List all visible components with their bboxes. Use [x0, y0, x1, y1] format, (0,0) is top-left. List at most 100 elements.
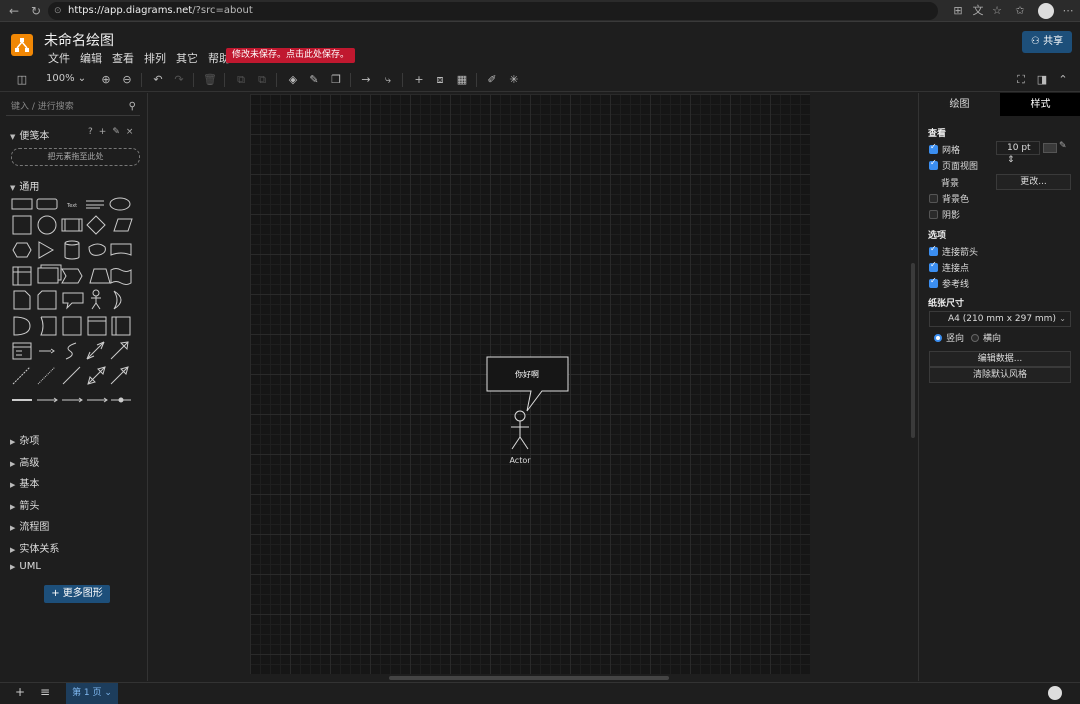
collapse-icon[interactable]: ⌃ [1055, 72, 1071, 88]
fullscreen-icon[interactable]: ⛶ [1013, 72, 1029, 88]
landscape-radio[interactable]: 横向 [971, 331, 1001, 344]
insert-icon[interactable]: + [411, 72, 427, 88]
change-background-button[interactable]: 更改... [996, 174, 1071, 190]
delete-icon[interactable]: 🗑 [202, 72, 218, 88]
fill-color-icon[interactable]: ◈ [285, 72, 301, 88]
shapes-icon[interactable]: ⧈ [432, 72, 448, 88]
to-back-icon[interactable]: ⧉ [254, 72, 270, 88]
zoom-out-icon[interactable]: ⊖ [119, 72, 135, 88]
actor-shape[interactable] [511, 410, 529, 450]
menu-file[interactable]: 文件 [48, 50, 70, 66]
section-misc[interactable]: ▶ 杂项 [10, 432, 39, 447]
canvas-area[interactable]: 你好啊 Actor [149, 93, 917, 681]
waypoints-icon[interactable]: ⤷ [380, 72, 396, 88]
edit-pencil-icon[interactable]: ✎ [1059, 141, 1067, 151]
connection-icon[interactable]: → [358, 72, 374, 88]
clear-default-style-button[interactable]: 清除默认风格 [929, 367, 1071, 383]
bg-color-checkbox[interactable]: 背景色 [929, 192, 969, 205]
more-shapes-button[interactable]: + 更多图形 [44, 585, 110, 603]
section-advanced-label: 高级 [19, 458, 40, 469]
section-arrows[interactable]: ▶ 箭头 [10, 497, 39, 512]
grid-label: 网格 [942, 146, 961, 156]
panel-toggle-icon[interactable]: ◨ [1034, 72, 1050, 88]
guides-checkbox[interactable]: 参考线 [929, 276, 969, 290]
general-label: 通用 [19, 182, 40, 193]
grid-size-input[interactable]: 10 pt ⇕ [996, 141, 1040, 165]
section-arrows-label: 箭头 [19, 501, 40, 512]
paper-size-select[interactable]: A4 (210 mm x 297 mm) ⌄ [929, 311, 1071, 327]
github-icon[interactable] [1048, 686, 1062, 700]
page-tab[interactable]: 第 1 页 ⌄ [66, 683, 118, 704]
diagram-title[interactable]: 未命名绘图 [44, 30, 114, 50]
caret-right-icon: ▶ [10, 503, 16, 511]
back-icon[interactable]: ← [6, 3, 22, 19]
edit-data-button[interactable]: 编辑数据... [929, 351, 1071, 367]
general-header[interactable]: ▼ 通用 [10, 178, 39, 193]
connection-arrows-checkbox[interactable]: 连接箭头 [929, 244, 978, 258]
more-icon[interactable]: ⋯ [1060, 3, 1076, 19]
reload-icon[interactable]: ↻ [28, 3, 44, 19]
grid-color-swatch[interactable] [1043, 143, 1057, 153]
to-front-icon[interactable]: ⧉ [233, 72, 249, 88]
options-heading: 选项 [928, 231, 947, 241]
section-uml[interactable]: ▶ UML [10, 561, 41, 572]
general-shapes-palette[interactable]: Text [10, 197, 138, 417]
share-label: 共享 [1043, 36, 1064, 47]
grid-checkbox[interactable]: 网格 [929, 142, 961, 156]
shape-search-input[interactable]: 键入 / 进行搜索 ⚲ [6, 98, 140, 116]
shadow-checkbox[interactable]: 阴影 [929, 208, 960, 221]
page-tab-label: 第 1 页 [72, 688, 102, 698]
translate-icon[interactable]: 文 [970, 3, 986, 19]
vertical-scrollbar[interactable] [911, 263, 915, 438]
shape-sidebar: 键入 / 进行搜索 ⚲ ▼便笺本 ?+✎× 把元素拖至此处 ▼通用 Text [0, 93, 148, 681]
drawio-logo [11, 34, 33, 56]
smart-icon[interactable]: ✳ [506, 72, 522, 88]
callout-shape[interactable] [486, 356, 569, 412]
search-icon[interactable]: ⚲ [129, 98, 136, 116]
profile-avatar[interactable] [1038, 3, 1054, 19]
section-misc-label: 杂项 [19, 436, 40, 447]
landscape-label: 横向 [983, 334, 1002, 344]
scratchpad-header[interactable]: ▼ 便笺本 [10, 127, 49, 142]
section-flowchart[interactable]: ▶ 流程图 [10, 518, 49, 533]
unsaved-changes-button[interactable]: 修改未保存。点击此处保存。 [226, 48, 356, 63]
section-er[interactable]: ▶ 实体关系 [10, 540, 59, 555]
share-button[interactable]: ⚇ 共享 [1022, 31, 1072, 53]
caret-right-icon: ▶ [10, 481, 16, 489]
zoom-select[interactable]: 100% ⌄ [46, 73, 86, 84]
line-color-icon[interactable]: ✎ [306, 72, 322, 88]
menu-view[interactable]: 查看 [112, 50, 134, 66]
address-bar[interactable]: ⊙ https://app.diagrams.net/?src=about [48, 2, 938, 20]
section-basic[interactable]: ▶ 基本 [10, 475, 39, 490]
section-advanced[interactable]: ▶ 高级 [10, 454, 39, 469]
scratchpad-dropzone[interactable]: 把元素拖至此处 [11, 148, 140, 166]
zoom-in-icon[interactable]: ⊕ [98, 72, 114, 88]
favorites-icon[interactable]: ✩ [1012, 3, 1028, 19]
undo-icon[interactable]: ↶ [150, 72, 166, 88]
portrait-radio[interactable]: 竖向 [934, 331, 964, 344]
tab-style[interactable]: 样式 [1000, 93, 1080, 116]
user-icon: ⚇ [1030, 36, 1044, 47]
freehand-icon[interactable]: ✐ [484, 72, 500, 88]
app-icon[interactable]: ⊞ [950, 3, 966, 19]
connection-points-checkbox[interactable]: 连接点 [929, 260, 970, 274]
connection-points-label: 连接点 [942, 264, 970, 274]
scratchpad-actions[interactable]: ?+✎× [88, 127, 139, 137]
page-view-checkbox[interactable]: 页面视图 [929, 158, 978, 172]
menu-arrange[interactable]: 排列 [144, 50, 166, 66]
diagram-page[interactable]: 你好啊 Actor [250, 94, 810, 674]
menu-extras[interactable]: 其它 [176, 50, 198, 66]
favorite-star-icon[interactable]: ☆ [989, 3, 1005, 19]
grid-size-value: 10 pt [1007, 143, 1031, 153]
shadow-icon[interactable]: ❐ [328, 72, 344, 88]
lock-icon: ⊙ [54, 6, 62, 16]
pages-menu-icon[interactable]: ≡ [40, 685, 50, 699]
tab-diagram[interactable]: 绘图 [919, 93, 1000, 116]
add-page-icon[interactable]: + [15, 685, 25, 699]
redo-icon[interactable]: ↷ [171, 72, 187, 88]
menu-edit[interactable]: 编辑 [80, 50, 102, 66]
table-icon[interactable]: ▦ [454, 72, 470, 88]
toolbar: ◫ 100% ⌄ ⊕ ⊖ ↶ ↷ 🗑 ⧉ ⧉ ◈ ✎ ❐ → ⤷ + ⧈ ▦ ✐… [0, 68, 1080, 92]
format-panel-toggle-icon[interactable]: ◫ [14, 72, 30, 88]
horizontal-scrollbar[interactable] [389, 676, 669, 680]
